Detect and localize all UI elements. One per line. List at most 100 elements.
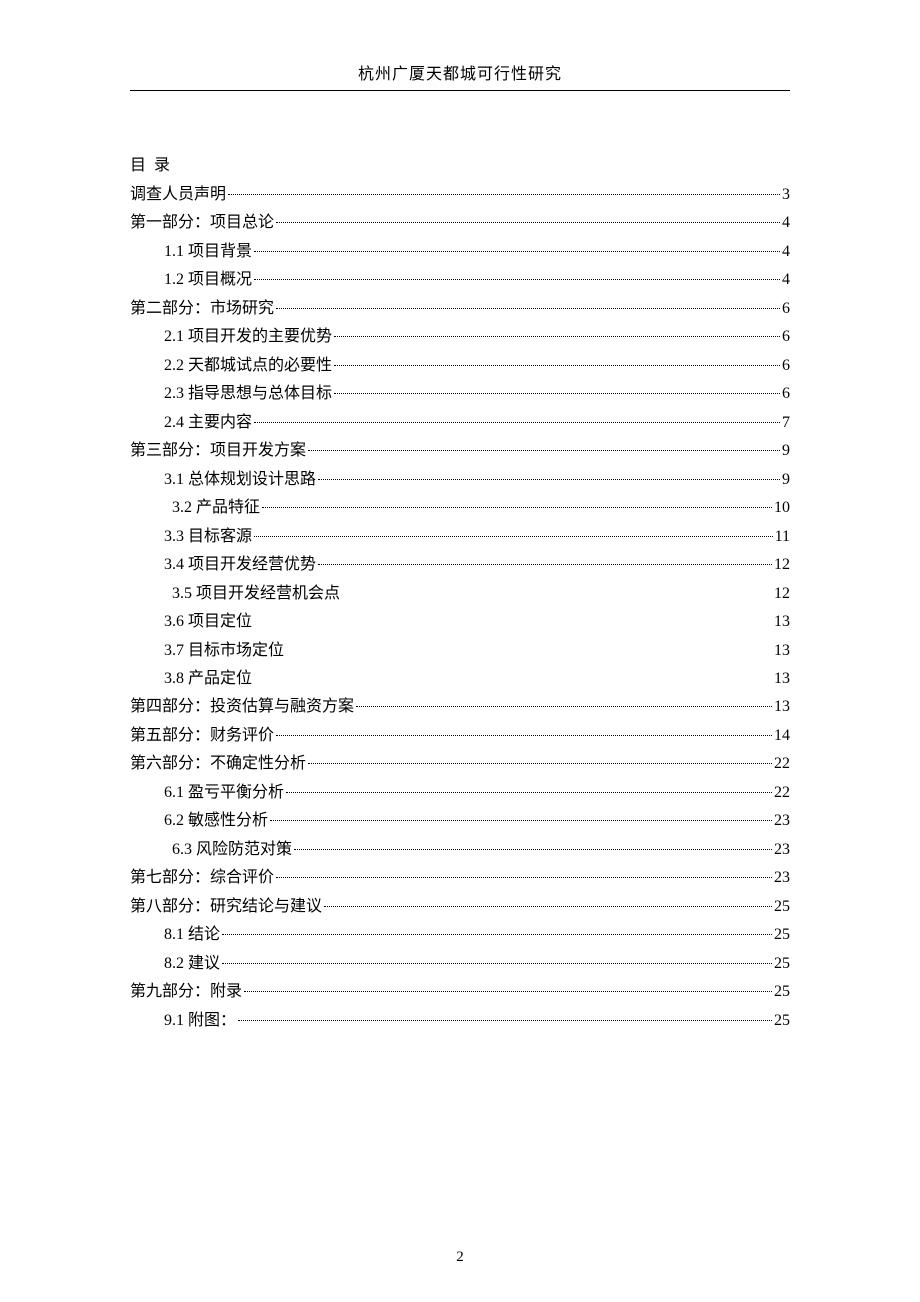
toc-entry: 3.8 产品定位 13 [130, 665, 790, 693]
toc-entry-label: 第二部分：市场研究 [130, 295, 274, 323]
toc-entry: 6.3 风险防范对策 23 [130, 836, 790, 864]
toc-leader-dots [318, 564, 772, 565]
toc-heading: 目 录 [130, 151, 790, 175]
toc-entry-page: 6 [782, 380, 790, 408]
toc-entry-page: 9 [782, 466, 790, 494]
toc-entry-label: 6.2 敏感性分析 [164, 807, 268, 835]
toc-entry-page: 13 [774, 693, 790, 721]
toc-entry-page: 13 [774, 637, 790, 665]
toc-entry-page: 12 [774, 580, 790, 608]
toc-entry-page: 25 [774, 1007, 790, 1035]
toc-leader-dots [334, 365, 780, 366]
toc-entry-label: 2.1 项目开发的主要优势 [164, 323, 332, 351]
toc-entry-label: 第九部分：附录 [130, 978, 242, 1006]
toc-leader-dots [254, 279, 780, 280]
toc-entry-label: 第一部分：项目总论 [130, 209, 274, 237]
toc-entry-label: 1.1 项目背景 [164, 238, 252, 266]
toc-entry-label: 第四部分：投资估算与融资方案 [130, 693, 354, 721]
toc-leader-dots [324, 906, 772, 907]
toc-entry-label: 3.1 总体规划设计思路 [164, 466, 316, 494]
toc-entry-label: 3.6 项目定位 [164, 608, 252, 636]
toc-entry-page: 25 [774, 921, 790, 949]
toc-entry-page: 22 [774, 779, 790, 807]
toc-entry: 第三部分：项目开发方案 9 [130, 437, 790, 465]
toc-leader-dots [222, 934, 772, 935]
toc-leader-dots [334, 336, 780, 337]
toc-leader-dots [238, 1020, 772, 1021]
toc-entry-label: 9.1 附图： [164, 1007, 236, 1035]
toc-leader-dots [334, 393, 780, 394]
toc-entry: 6.2 敏感性分析23 [130, 807, 790, 835]
toc-entry-label: 8.1 结论 [164, 921, 220, 949]
toc-entry-label: 3.8 产品定位 [164, 665, 252, 693]
toc-entry: 1.1 项目背景 4 [130, 238, 790, 266]
toc-entry: 第九部分：附录 25 [130, 978, 790, 1006]
toc-entry-page: 6 [782, 352, 790, 380]
toc-entry-label: 2.4 主要内容 [164, 409, 252, 437]
page-number: 2 [0, 1249, 920, 1266]
toc-entry: 3.6 项目定位13 [130, 608, 790, 636]
toc-entry: 9.1 附图： 25 [130, 1007, 790, 1035]
toc-entry-page: 4 [782, 238, 790, 266]
toc-entry-page: 4 [782, 209, 790, 237]
toc-entry: 调查人员声明3 [130, 181, 790, 209]
toc-entry-page: 25 [774, 950, 790, 978]
toc-entry: 8.2 建议 25 [130, 950, 790, 978]
toc-entry-page: 7 [782, 409, 790, 437]
toc-entry: 第四部分：投资估算与融资方案 13 [130, 693, 790, 721]
toc-leader-dots [222, 963, 772, 964]
toc-leader-dots [276, 735, 772, 736]
toc-entry-label: 第六部分：不确定性分析 [130, 750, 306, 778]
page-content: 杭州广厦天都城可行性研究 目 录 调查人员声明3第一部分：项目总论41.1 项目… [0, 0, 920, 1035]
toc-entry-label: 6.3 风险防范对策 [172, 836, 292, 864]
toc-entry-label: 第三部分：项目开发方案 [130, 437, 306, 465]
toc-entry: 第六部分：不确定性分析 22 [130, 750, 790, 778]
toc-entry-label: 3.2 产品特征 [172, 494, 260, 522]
toc-leader-dots [254, 251, 780, 252]
toc-entry-page: 9 [782, 437, 790, 465]
toc-entry: 2.1 项目开发的主要优势 6 [130, 323, 790, 351]
toc-entry-page: 12 [774, 551, 790, 579]
toc-entry: 2.3 指导思想与总体目标6 [130, 380, 790, 408]
toc-entry-page: 10 [774, 494, 790, 522]
toc-entry-page: 22 [774, 750, 790, 778]
toc-entry: 3.3 目标客源 11 [130, 523, 790, 551]
toc-entry-page: 13 [774, 665, 790, 693]
toc-leader-dots [356, 706, 772, 707]
toc-entry-page: 25 [774, 978, 790, 1006]
toc-entry: 1.2 项目概况4 [130, 266, 790, 294]
toc-entry: 3.4 项目开发经营优势 12 [130, 551, 790, 579]
toc-leader-dots [318, 479, 780, 480]
toc-entry-page: 11 [775, 523, 790, 551]
toc-entry: 3.7 目标市场定位 13 [130, 637, 790, 665]
toc-leader-dots [254, 536, 773, 537]
toc-leader-dots [286, 792, 772, 793]
toc-entry-label: 3.7 目标市场定位 [164, 637, 284, 665]
toc-entry: 3.5 项目开发经营机会点 12 [130, 580, 790, 608]
toc-entry-label: 第五部分：财务评价 [130, 722, 274, 750]
toc-entry: 第一部分：项目总论 4 [130, 209, 790, 237]
toc-entry: 第八部分：研究结论与建议25 [130, 893, 790, 921]
toc-leader-dots [254, 422, 780, 423]
toc-entry-label: 8.2 建议 [164, 950, 220, 978]
toc-entry-page: 6 [782, 295, 790, 323]
toc-leader-dots [276, 877, 772, 878]
toc-leader-dots [276, 308, 780, 309]
toc-entry-label: 3.3 目标客源 [164, 523, 252, 551]
toc-entry-label: 2.2 天都城试点的必要性 [164, 352, 332, 380]
toc-leader-dots [308, 450, 780, 451]
toc-entry: 3.1 总体规划设计思路 9 [130, 466, 790, 494]
toc-entry-label: 3.4 项目开发经营优势 [164, 551, 316, 579]
toc-entry-page: 23 [774, 864, 790, 892]
toc-entry-page: 6 [782, 323, 790, 351]
toc-leader-dots [276, 222, 780, 223]
toc-entry: 8.1 结论 25 [130, 921, 790, 949]
toc-entry: 第二部分：市场研究 6 [130, 295, 790, 323]
toc-entry-label: 3.5 项目开发经营机会点 [172, 580, 340, 608]
toc-entry-label: 调查人员声明 [130, 181, 226, 209]
toc-entry-page: 23 [774, 836, 790, 864]
toc-leader-dots [244, 991, 772, 992]
toc-entry: 3.2 产品特征 10 [130, 494, 790, 522]
toc-entry: 第五部分：财务评价14 [130, 722, 790, 750]
toc-entry: 6.1 盈亏平衡分析22 [130, 779, 790, 807]
